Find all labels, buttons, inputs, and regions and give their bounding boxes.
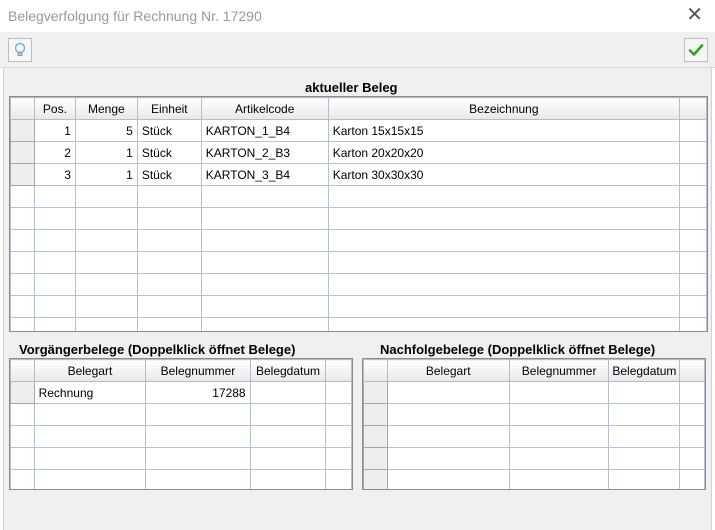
lightbulb-icon [14,42,26,56]
row-selector[interactable] [10,119,35,142]
empty-row [10,251,707,274]
cell-pos[interactable]: 1 [33,119,76,142]
empty-row [10,207,707,230]
column-header-bezeichnung[interactable]: Bezeichnung [327,97,681,120]
checkmark-icon [688,44,704,56]
cell-bezeichnung[interactable]: Karton 30x30x30 [327,163,681,186]
cell-pos[interactable]: 3 [33,163,76,186]
column-header-artikelcode[interactable]: Artikelcode [200,97,329,120]
cell-bezeichnung[interactable]: Karton 20x20x20 [327,141,681,164]
predecessor-documents-title: Vorgängerbelege (Doppelklick öffnet Bele… [19,342,296,357]
cell-belegdatum[interactable] [249,381,327,404]
empty-row [10,295,707,318]
row-selector-header [10,359,35,382]
current-document-table: Pos. Menge Einheit Artikelcode Bezeichnu… [10,97,707,331]
cell-empty [679,163,707,186]
column-header-einheit[interactable]: Einheit [136,97,202,120]
header-row: Belegart Belegnummer Belegdatum [10,359,352,382]
empty-row [10,403,352,426]
cell-empty [679,119,707,142]
empty-row [10,447,352,470]
dialog-content: aktueller Beleg Pos. Menge Einheit Artik… [3,68,712,530]
predecessor-documents-grid[interactable]: Belegart Belegnummer Belegdatum Rechnung… [9,358,353,490]
table-row[interactable]: 3 1 Stück KARTON_3_B4 Karton 30x30x30 [10,163,707,186]
cell-einheit[interactable]: Stück [136,119,202,142]
column-header-belegnummer[interactable]: Belegnummer [508,359,610,382]
cell-artikelcode[interactable]: KARTON_3_B4 [200,163,329,186]
ok-button[interactable] [684,38,708,62]
cell-einheit[interactable]: Stück [136,141,202,164]
column-header-menge[interactable]: Menge [74,97,138,120]
current-document-grid[interactable]: Pos. Menge Einheit Artikelcode Bezeichnu… [9,96,708,332]
cell-belegnummer[interactable]: 17288 [145,381,251,404]
cell-einheit[interactable]: Stück [136,163,202,186]
empty-row [10,185,707,208]
cell-bezeichnung[interactable]: Karton 15x15x15 [327,119,681,142]
toolbar [0,32,715,68]
column-header-belegart[interactable]: Belegart [33,359,147,382]
cell-empty [325,381,352,404]
table-row[interactable]: 2 1 Stück KARTON_2_B3 Karton 20x20x20 [10,141,707,164]
empty-row [10,317,707,331]
column-header-belegdatum[interactable]: Belegdatum [608,359,681,382]
empty-row [363,447,705,470]
close-icon[interactable]: ✕ [686,4,703,26]
row-selector-header [363,359,388,382]
column-header-empty [679,359,705,382]
empty-row [363,381,705,404]
column-header-empty [679,97,707,120]
column-header-belegnummer[interactable]: Belegnummer [145,359,251,382]
empty-row [10,273,707,296]
cell-empty [679,141,707,164]
successor-documents-title: Nachfolgebelege (Doppelklick öffnet Bele… [380,342,656,357]
column-header-empty [325,359,352,382]
successor-documents-grid[interactable]: Belegart Belegnummer Belegdatum [362,358,706,490]
cell-menge[interactable]: 1 [74,163,138,186]
predecessor-documents-table: Belegart Belegnummer Belegdatum Rechnung… [10,359,352,489]
cell-artikelcode[interactable]: KARTON_1_B4 [200,119,329,142]
table-row[interactable]: Rechnung 17288 [10,381,352,404]
header-row: Belegart Belegnummer Belegdatum [363,359,705,382]
current-document-title: aktueller Beleg [305,80,398,95]
successor-documents-table: Belegart Belegnummer Belegdatum [363,359,705,489]
empty-row [363,425,705,448]
hint-button[interactable] [8,38,32,62]
cell-pos[interactable]: 2 [33,141,76,164]
column-header-pos[interactable]: Pos. [33,97,76,120]
row-selector-header [10,97,35,120]
empty-row [363,469,705,489]
column-header-belegdatum[interactable]: Belegdatum [249,359,327,382]
row-selector[interactable] [10,163,35,186]
empty-row [10,229,707,252]
header-row: Pos. Menge Einheit Artikelcode Bezeichnu… [10,97,707,120]
cell-menge[interactable]: 5 [74,119,138,142]
empty-row [10,469,352,489]
column-header-belegart[interactable]: Belegart [386,359,510,382]
cell-belegart[interactable]: Rechnung [33,381,147,404]
empty-row [363,403,705,426]
window-title: Belegverfolgung für Rechnung Nr. 17290 [8,8,262,24]
cell-artikelcode[interactable]: KARTON_2_B3 [200,141,329,164]
title-bar: Belegverfolgung für Rechnung Nr. 17290 ✕ [0,0,715,32]
row-selector[interactable] [10,141,35,164]
table-row[interactable]: 1 5 Stück KARTON_1_B4 Karton 15x15x15 [10,119,707,142]
row-selector[interactable] [10,381,35,404]
empty-row [10,425,352,448]
cell-menge[interactable]: 1 [74,141,138,164]
